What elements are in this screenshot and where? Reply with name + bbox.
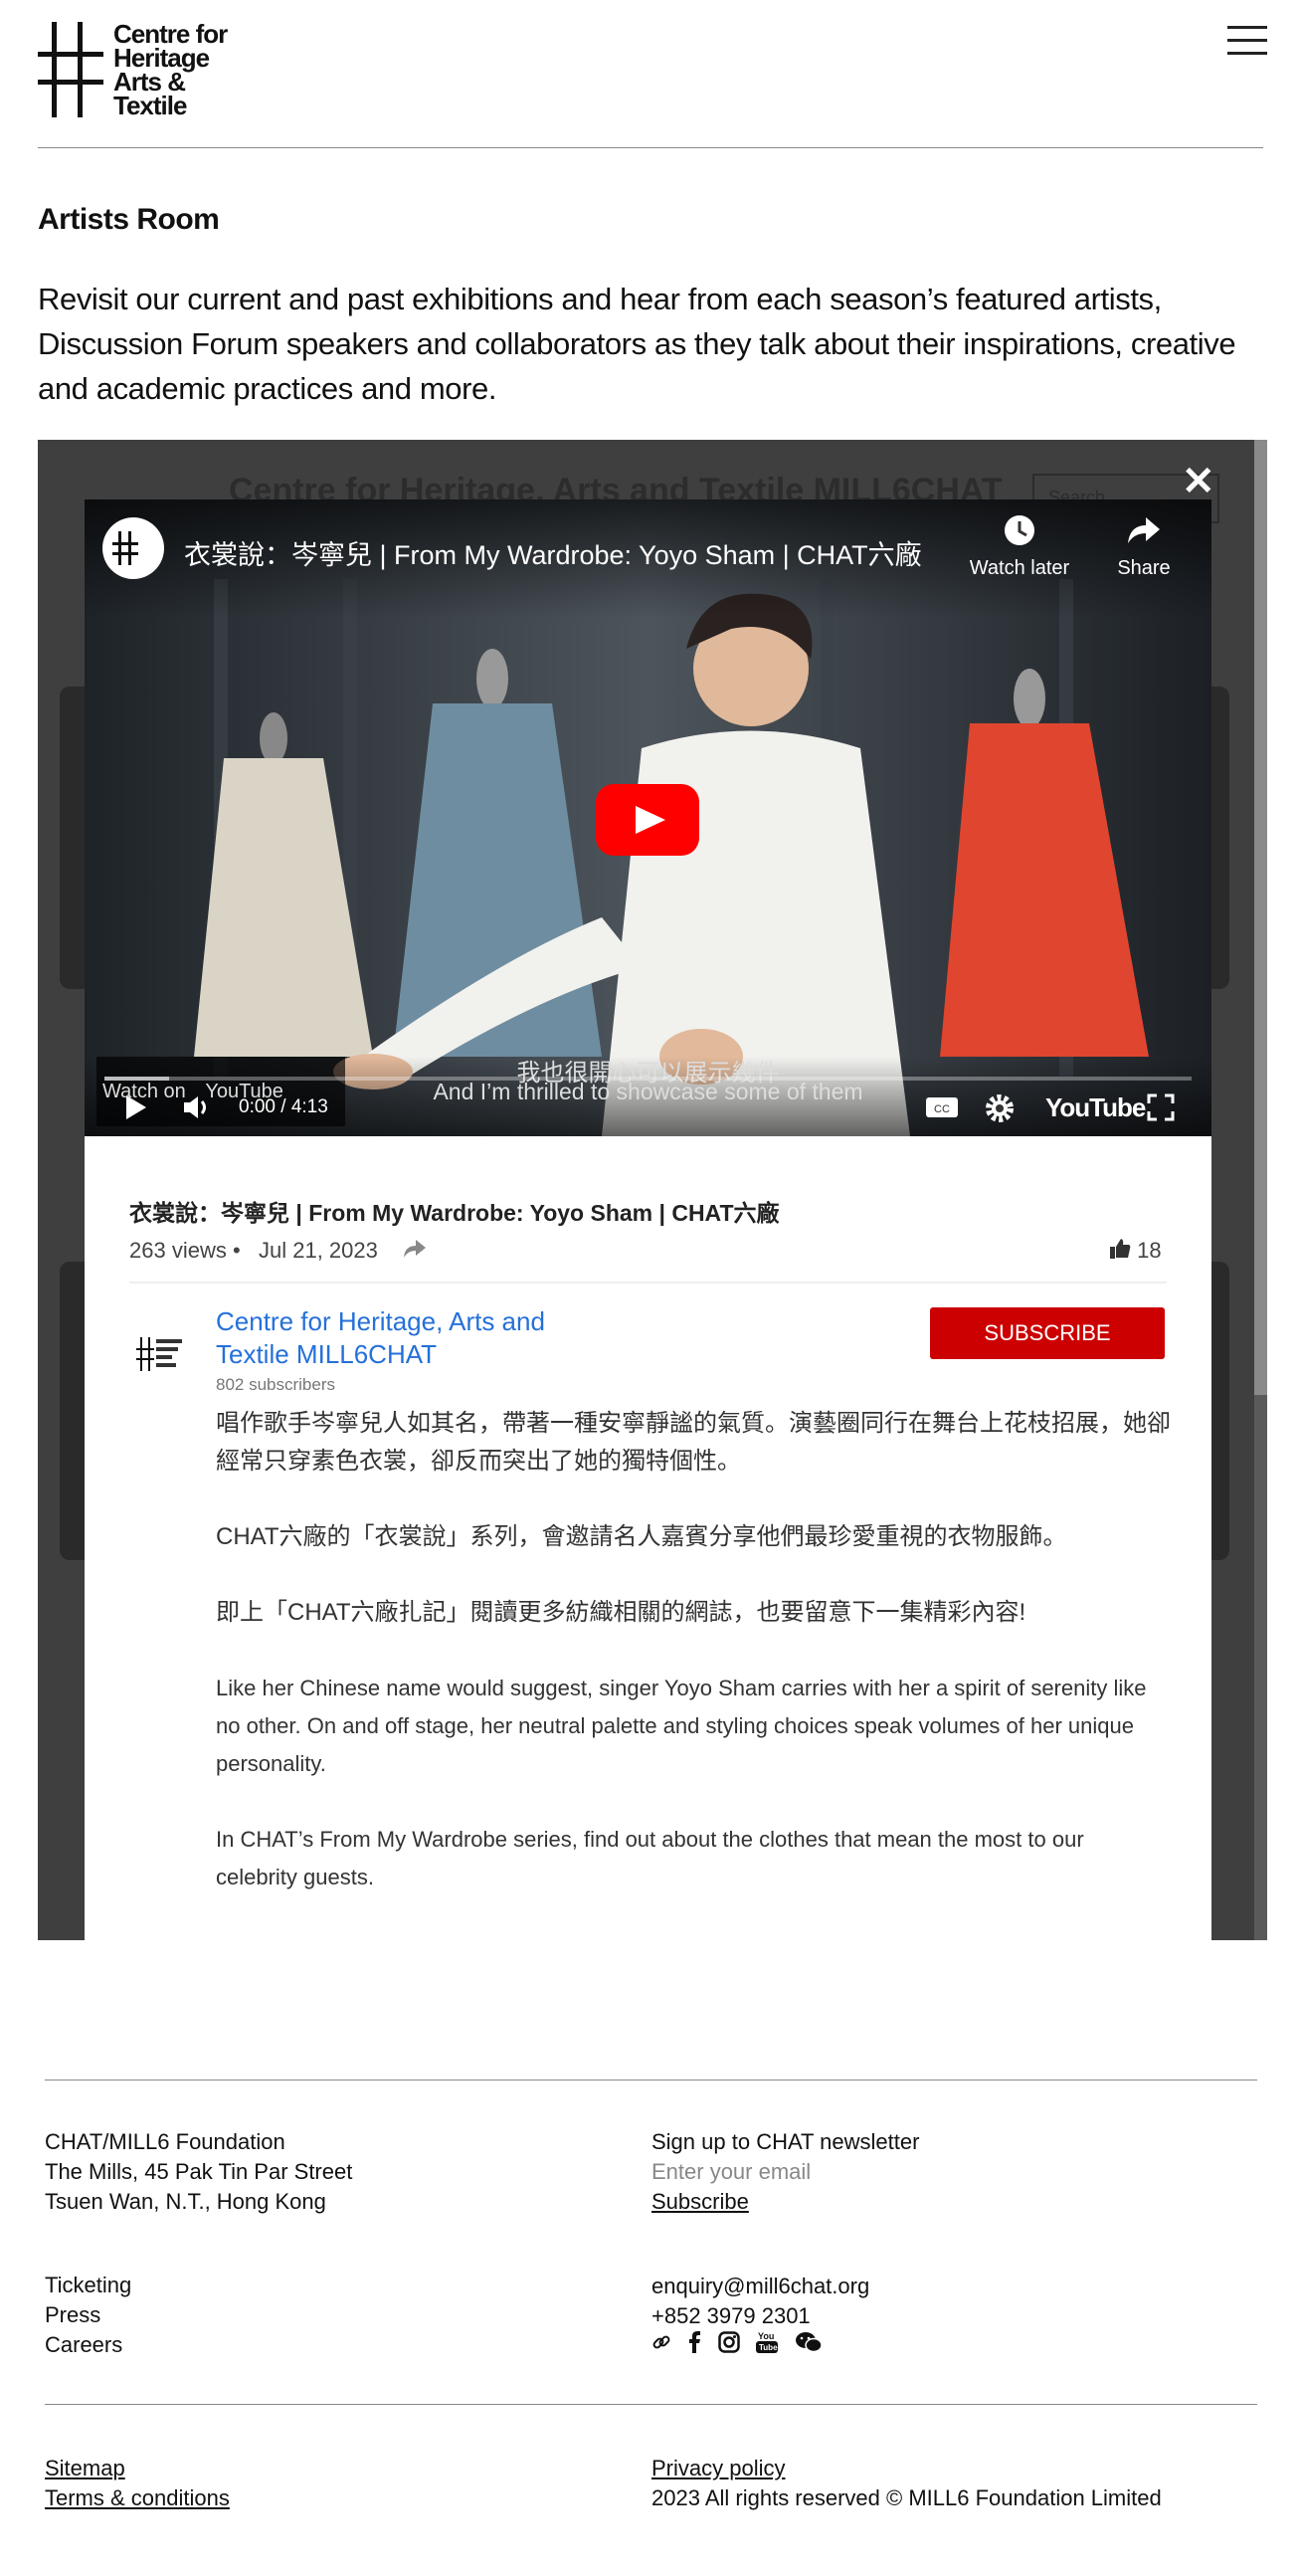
svg-text:CC: CC bbox=[934, 1103, 950, 1115]
logo-line: Textile bbox=[113, 91, 187, 120]
view-count: 263 views bbox=[129, 1238, 227, 1263]
footer-address: CHAT/MILL6 Foundation The Mills, 45 Pak … bbox=[45, 2127, 352, 2217]
share-arrow-icon[interactable] bbox=[402, 1238, 428, 1266]
video-description: 唱作歌手岑寧兒人如其名，帶著一種安寧靜謐的氣質。演藝圈同行在舞台上花枝招展，她卻… bbox=[216, 1405, 1171, 1934]
social-links: You Tube bbox=[651, 2330, 835, 2360]
subscribe-button[interactable]: SUBSCRIBE bbox=[930, 1307, 1165, 1359]
address-line: CHAT/MILL6 Foundation bbox=[45, 2129, 285, 2154]
watch-later-label: Watch later bbox=[969, 557, 1070, 579]
publish-date: Jul 21, 2023 bbox=[259, 1238, 378, 1263]
newsletter-label: Sign up to CHAT newsletter bbox=[651, 2129, 920, 2154]
video-meta: 263 views • Jul 21, 2023 bbox=[129, 1238, 428, 1266]
wechat-icon[interactable] bbox=[795, 2330, 823, 2359]
instagram-icon[interactable] bbox=[718, 2331, 740, 2358]
address-line: The Mills, 45 Pak Tin Par Street bbox=[45, 2159, 353, 2184]
player-video-title[interactable]: 衣裳說：岑寧兒 | From My Wardrobe: Yoyo Sham | … bbox=[184, 533, 922, 572]
logo-mark-icon bbox=[112, 531, 138, 565]
share-label: Share bbox=[1117, 557, 1171, 579]
footer-links: Ticketing Press Careers bbox=[45, 2271, 131, 2360]
captions-icon[interactable]: CC bbox=[925, 1093, 959, 1126]
channel-avatar[interactable] bbox=[102, 517, 164, 579]
facebook-icon[interactable] bbox=[687, 2331, 701, 2358]
youtube-player[interactable]: 衣裳說：岑寧兒 | From My Wardrobe: Yoyo Sham | … bbox=[85, 499, 1211, 1136]
thumbs-up-icon bbox=[1109, 1238, 1131, 1266]
logo-text: Centre for Heritage Arts & Textile bbox=[113, 21, 228, 120]
fullscreen-icon[interactable] bbox=[1147, 1093, 1175, 1126]
footer-link-ticketing[interactable]: Ticketing bbox=[45, 2271, 131, 2300]
description-paragraph: CHAT六廠的「衣裳說」系列，會邀請名人嘉賓分享他們最珍愛重視的衣物服飾。 bbox=[216, 1523, 1067, 1550]
contact-email[interactable]: enquiry@mill6chat.org bbox=[651, 2272, 869, 2301]
footer-link-careers[interactable]: Careers bbox=[45, 2330, 131, 2360]
subscriber-count: 802 subscribers bbox=[216, 1375, 336, 1394]
like-button[interactable]: 18 bbox=[1109, 1238, 1162, 1266]
like-count: 18 bbox=[1137, 1238, 1162, 1263]
settings-gear-icon[interactable] bbox=[985, 1093, 1015, 1128]
header-divider bbox=[38, 147, 1263, 148]
logo-mark-icon bbox=[38, 22, 103, 117]
progress-buffer bbox=[104, 1077, 169, 1081]
svg-text:You: You bbox=[758, 2331, 774, 2341]
page-title: Artists Room bbox=[38, 203, 220, 236]
play-icon[interactable] bbox=[124, 1093, 148, 1126]
newsletter-subscribe-link[interactable]: Subscribe bbox=[651, 2187, 919, 2217]
description-paragraph: 唱作歌手岑寧兒人如其名，帶著一種安寧靜謐的氣質。演藝圈同行在舞台上花枝招展，她卻… bbox=[216, 1410, 1171, 1475]
footer-link-press[interactable]: Press bbox=[45, 2300, 131, 2330]
video-modal: 衣裳說：岑寧兒 | From My Wardrobe: Yoyo Sham | … bbox=[85, 499, 1211, 1940]
clock-icon bbox=[960, 513, 1079, 557]
description-paragraph: In CHAT’s From My Wardrobe series, find … bbox=[216, 1827, 1084, 1889]
youtube-logo[interactable]: YouTube bbox=[1045, 1092, 1146, 1123]
footer-bottom-divider bbox=[45, 2404, 1257, 2405]
volume-icon[interactable] bbox=[182, 1093, 212, 1126]
share-button[interactable]: Share bbox=[1099, 513, 1189, 580]
time-display: 0:00 / 4:13 bbox=[239, 1096, 328, 1117]
scrollbar-thumb[interactable] bbox=[1254, 440, 1267, 1395]
video-lightbox: Centre for Heritage, Arts and Textile MI… bbox=[38, 440, 1267, 1940]
footer-contact: enquiry@mill6chat.org +852 3979 2301 bbox=[651, 2272, 869, 2331]
contact-phone[interactable]: +852 3979 2301 bbox=[651, 2301, 869, 2331]
footer-legal-right: Privacy policy 2023 All rights reserved … bbox=[651, 2454, 1162, 2513]
footer-divider bbox=[45, 2080, 1257, 2081]
info-divider bbox=[129, 1282, 1167, 1284]
svg-text:Tube: Tube bbox=[759, 2343, 778, 2352]
link-icon[interactable] bbox=[651, 2332, 671, 2357]
video-title: 衣裳說：岑寧兒 | From My Wardrobe: Yoyo Sham | … bbox=[129, 1200, 780, 1226]
address-line: Tsuen Wan, N.T., Hong Kong bbox=[45, 2189, 326, 2214]
play-button[interactable] bbox=[596, 784, 699, 856]
footer-legal-left: Sitemap Terms & conditions bbox=[45, 2454, 230, 2513]
video-info-panel: 衣裳說：岑寧兒 | From My Wardrobe: Yoyo Sham | … bbox=[85, 1136, 1211, 1940]
progress-bar[interactable] bbox=[104, 1077, 1192, 1081]
copyright-text: 2023 All rights reserved © MILL6 Foundat… bbox=[651, 2485, 1162, 2510]
privacy-link[interactable]: Privacy policy bbox=[651, 2454, 1162, 2483]
youtube-icon[interactable]: You Tube bbox=[756, 2330, 778, 2359]
description-paragraph: Like her Chinese name would suggest, sin… bbox=[216, 1676, 1147, 1776]
lightbox-scrollbar[interactable] bbox=[1254, 440, 1267, 1940]
share-arrow-icon bbox=[1099, 513, 1189, 557]
site-logo[interactable]: Centre for Heritage Arts & Textile bbox=[38, 21, 237, 121]
site-header: Centre for Heritage Arts & Textile bbox=[0, 0, 1301, 149]
newsletter-email-input[interactable]: Enter your email bbox=[651, 2157, 919, 2187]
sitemap-link[interactable]: Sitemap bbox=[45, 2454, 230, 2483]
terms-link[interactable]: Terms & conditions bbox=[45, 2483, 230, 2513]
watch-later-button[interactable]: Watch later bbox=[960, 513, 1079, 580]
description-paragraph: 即上「CHAT六廠扎記」閱讀更多紡織相關的網誌，也要留意下一集精彩內容! bbox=[216, 1599, 1026, 1626]
channel-name-link[interactable]: Centre for Heritage, Arts and Textile MI… bbox=[216, 1305, 604, 1371]
channel-logo-icon[interactable] bbox=[134, 1333, 186, 1375]
menu-icon[interactable] bbox=[1227, 26, 1267, 56]
footer-newsletter: Sign up to CHAT newsletter Enter your em… bbox=[651, 2127, 919, 2217]
page-intro: Revisit our current and past exhibitions… bbox=[38, 282, 1236, 406]
close-icon[interactable]: ✕ bbox=[1182, 462, 1215, 501]
